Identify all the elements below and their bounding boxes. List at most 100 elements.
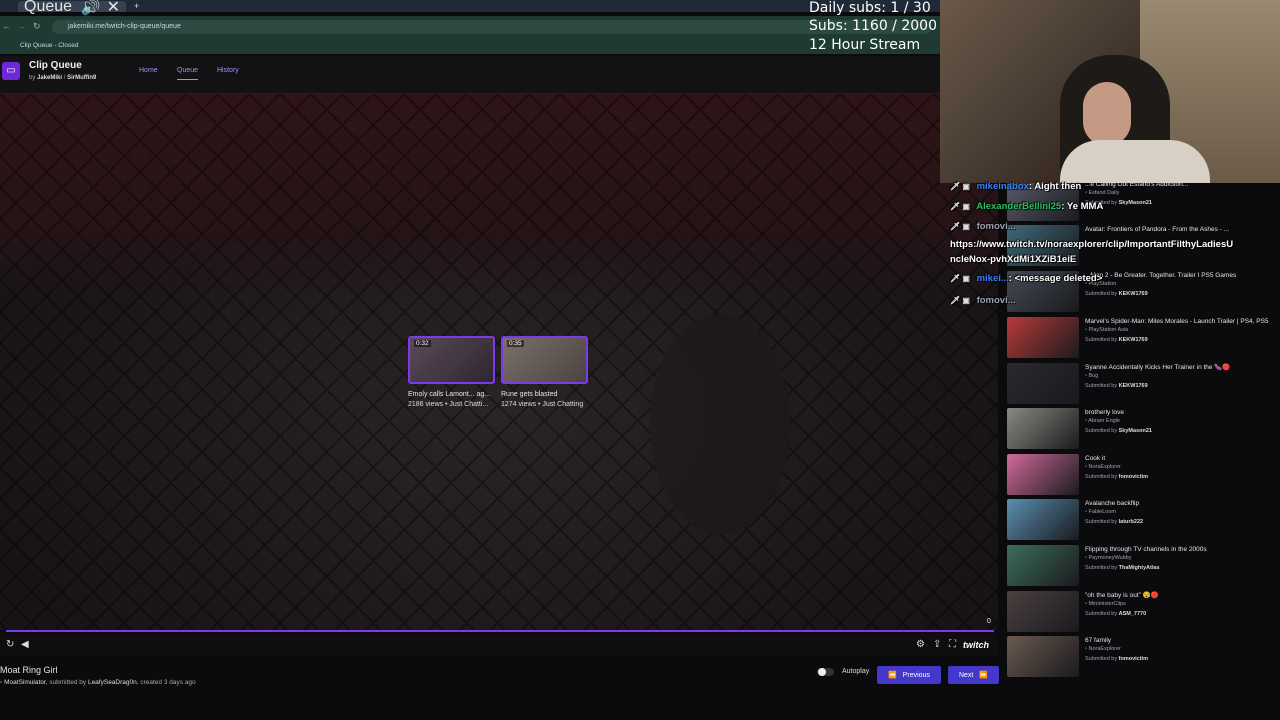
close-tab-icon[interactable]: ✕	[107, 0, 120, 17]
queue-item-channel: ▫ NoraExplorer	[1085, 646, 1121, 652]
autoplay-knob[interactable]	[818, 668, 826, 676]
chat-username: mikeinabox	[976, 181, 1029, 192]
queue-item-submitter: Submitted by KEKW1769	[1085, 291, 1148, 297]
volume-icon[interactable]: ◀	[21, 639, 29, 650]
progress-counter: 0	[987, 618, 991, 625]
suggested-clip-title[interactable]: Emoly calls Lamont... ag...	[408, 391, 490, 398]
chat-message: 🗡 ▣ fomovi...	[950, 295, 1016, 306]
speaker-icon[interactable]: 🔊	[81, 0, 101, 17]
queue-item-channel: ▫ Bug	[1085, 373, 1099, 379]
queue-item[interactable]: Marvel's Spider-Man: Miles Morales - Lau…	[1007, 317, 1275, 361]
chat-text: Ye MMA	[1066, 201, 1104, 212]
chat-text: Aight then	[1034, 181, 1082, 192]
autoplay-label: Autoplay	[842, 668, 870, 675]
nav-queue[interactable]: Queue	[177, 67, 199, 80]
queue-item-title: brotherly love	[1085, 409, 1125, 416]
subs-goal-counter: Subs: 1160 / 2000	[809, 18, 937, 34]
queue-item-title: Cook it	[1085, 455, 1106, 462]
clip-duration: 0:35	[507, 340, 524, 347]
queue-item[interactable]: Cook it ▫ NoraExplorer Submitted by fomovi…	[1007, 454, 1275, 498]
url-input[interactable]: jakemiki.me/twitch-clip-queue/queue	[52, 20, 932, 34]
browser-tab-bar	[0, 0, 940, 12]
reload-icon[interactable]: ↻	[33, 21, 41, 32]
bookmark-item[interactable]: Clip Queue - Closed	[20, 42, 79, 49]
forward-icon[interactable]: →	[17, 21, 26, 31]
queue-item-submitter: Submitted by ASM_7770	[1085, 611, 1147, 617]
queue-item-channel: ▫ MinimisterClips	[1085, 601, 1126, 607]
queue-item-channel: ▫ FableLoom	[1085, 509, 1117, 515]
chat-link[interactable]: https://www.twitch.tv/noraexplorer/clip/…	[950, 237, 1235, 267]
queue-item-thumbnail[interactable]	[1007, 545, 1079, 586]
replay-icon[interactable]: ↻	[6, 639, 14, 650]
badge-icons: 🗡 ▣	[950, 296, 970, 305]
channel-icon: ▫	[0, 679, 3, 686]
chat-username: fomovi...	[976, 295, 1016, 306]
browser-tab[interactable]: Clip Queue - Open 🔊 ✕	[18, 0, 126, 33]
clip-title: Moat Ring Girl	[0, 665, 58, 675]
queue-item[interactable]: Avalanche backflip ▫ FableLoom Submitted b…	[1007, 499, 1275, 543]
daily-subs-counter: Daily subs: 1 / 30	[809, 0, 931, 16]
nav-history[interactable]: History	[217, 67, 239, 74]
nav-home[interactable]: Home	[139, 67, 158, 74]
queue-item-thumbnail[interactable]	[1007, 636, 1079, 677]
tv-icon: ▭	[2, 62, 20, 80]
badge-icons: 🗡 ▣	[950, 202, 970, 211]
app-header	[0, 56, 940, 94]
queue-item-title: Flipping through TV channels in the 2000…	[1085, 546, 1207, 553]
badge-icons: 🗡 ▣	[950, 222, 970, 231]
queue-item-submitter: Submitted by fomovictim	[1085, 656, 1148, 662]
queue-item-title: 67 family	[1085, 637, 1112, 644]
share-icon[interactable]: ⇪	[933, 639, 941, 650]
settings-gear-icon[interactable]: ⚙	[916, 639, 925, 650]
queue-item[interactable]: "oh the baby is out" 😵🔴 ▫ MinimisterClips…	[1007, 591, 1275, 635]
suggested-clip-title[interactable]: Rune gets blasted	[501, 391, 557, 398]
queue-item-submitter: Submitted by ThaMightyAtlas	[1085, 565, 1160, 571]
app-authors: by JakeMiki / SirMuffin9	[29, 75, 97, 81]
fullscreen-icon[interactable]: ⛶	[949, 639, 956, 650]
stream-label: 12 Hour Stream	[809, 37, 921, 53]
next-button[interactable]: Next ⏩	[948, 666, 999, 684]
chat-message: 🗡 ▣ fomovi...	[950, 221, 1016, 232]
queue-item[interactable]: 67 family ▫ NoraExplorer Submitted by fomo…	[1007, 636, 1275, 680]
chat-text: <message deleted>	[1014, 273, 1103, 284]
queue-item-title: Syanne Accidentally Kicks Her Trainer in…	[1085, 364, 1231, 371]
progress-bar[interactable]	[6, 630, 994, 632]
fast-forward-icon: ⏩	[979, 672, 989, 679]
queue-item-title: Marvel's Spider-Man: Miles Morales - Lau…	[1085, 318, 1269, 325]
queue-item[interactable]: Flipping through TV channels in the 2000…	[1007, 545, 1275, 589]
queue-item-thumbnail[interactable]	[1007, 408, 1079, 449]
suggested-clip-thumbnail[interactable]: 0:35	[501, 336, 588, 384]
queue-item-title: ...Man 2 - Be Greater. Together. Trailer…	[1085, 272, 1237, 279]
chat-message: 🗡 ▣ AlexanderBellini25: Ye MMA	[950, 201, 1104, 212]
clip-meta: ▫ MoatSimulator, submitted by LeafySeaDr…	[0, 679, 196, 686]
queue-item-title: "oh the baby is out" 😵🔴	[1085, 592, 1159, 599]
cage-fence	[0, 94, 998, 630]
queue-item[interactable]: Syanne Accidentally Kicks Her Trainer in…	[1007, 363, 1275, 407]
suggested-clip-thumbnail[interactable]: 0:32	[408, 336, 495, 384]
queue-item-channel: ▫ Esfand Daily	[1085, 190, 1120, 196]
queue-item-submitter: Submitted by fomovictim	[1085, 474, 1148, 480]
back-icon[interactable]: ←	[2, 21, 11, 31]
twitch-logo[interactable]: twitch	[963, 640, 989, 650]
queue-item-title: Avatar: Frontiers of Pandora - From the …	[1085, 226, 1230, 233]
previous-button[interactable]: ⏪ Previous	[877, 666, 941, 684]
queue-item-thumbnail[interactable]	[1007, 363, 1079, 404]
queue-item-thumbnail[interactable]	[1007, 499, 1079, 540]
author-link[interactable]: JakeMiki	[37, 75, 62, 81]
queue-item-submitter: Submitted by laturb222	[1085, 519, 1144, 525]
author-link[interactable]: SirMuffin9	[67, 75, 96, 81]
queue-item-thumbnail[interactable]	[1007, 317, 1079, 358]
queue-item[interactable]: brotherly love ▫ Abram Engle Submitted by …	[1007, 408, 1275, 452]
clip-channel[interactable]: MoatSimulator	[4, 679, 46, 686]
queue-item-channel: ▫ Abram Engle	[1085, 418, 1120, 424]
chat-username: fomovi...	[976, 221, 1016, 232]
new-tab-button[interactable]: +	[134, 1, 139, 11]
clip-duration: 0:32	[414, 340, 431, 347]
bookmarks-bar: Clip Queue - Closed	[0, 38, 940, 54]
suggested-clip-meta: 2186 views • Just Chatti...	[408, 401, 489, 408]
player-controls	[0, 634, 998, 656]
chat-username: mikei...	[976, 273, 1009, 284]
clip-submitter[interactable]: LeafySeaDrag0n	[88, 679, 137, 686]
queue-item-thumbnail[interactable]	[1007, 591, 1079, 632]
queue-item-thumbnail[interactable]	[1007, 454, 1079, 495]
